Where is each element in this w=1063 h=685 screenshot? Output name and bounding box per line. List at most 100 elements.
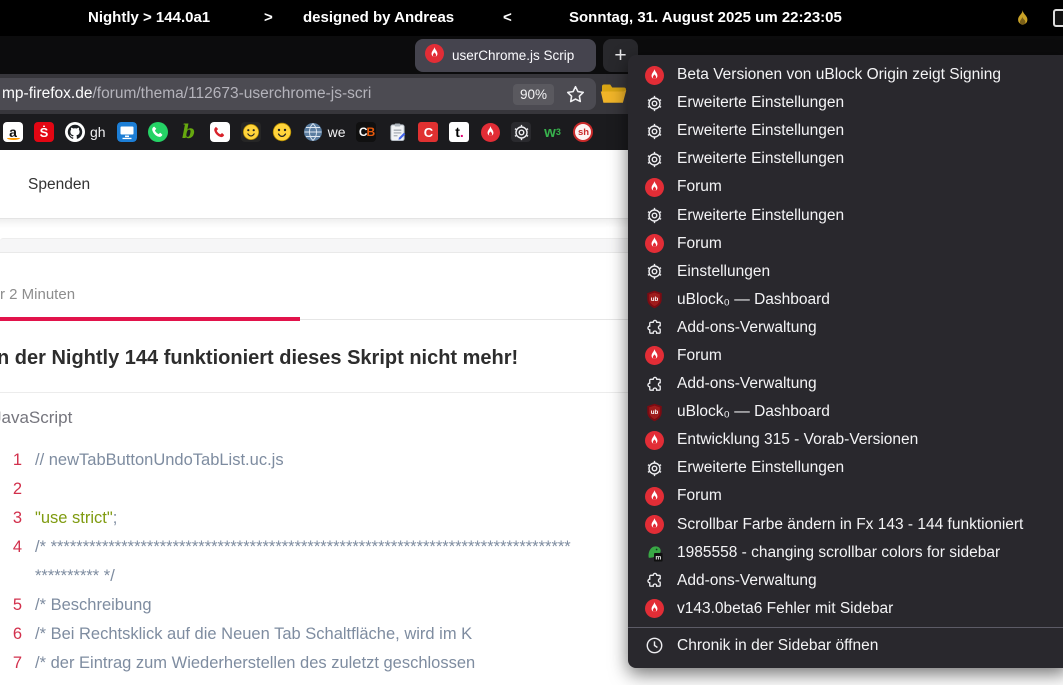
url-domain: mp-firefox.de xyxy=(2,85,93,102)
clock-icon xyxy=(645,636,664,655)
line-number: 4 xyxy=(12,538,22,556)
bookmark-sh[interactable]: sh xyxy=(573,122,594,142)
url-path: /forum/thema/112673-userchrome-js-scri xyxy=(92,85,372,102)
gear-icon xyxy=(645,122,664,141)
menu-item[interactable]: Forum xyxy=(628,342,1063,370)
menu-item-label: Forum xyxy=(677,487,722,505)
menu-item[interactable]: Erweiterte Einstellungen xyxy=(628,454,1063,482)
menu-item[interactable]: Einstellungen xyxy=(628,258,1063,286)
campfire-flame-icon xyxy=(645,346,664,366)
bookmark-globe[interactable]: we xyxy=(303,122,346,142)
menu-item-label: Add-ons-Verwaltung xyxy=(677,318,817,336)
bookmark-vine-b[interactable]: b xyxy=(179,122,199,142)
downloads-folder-icon[interactable] xyxy=(600,82,627,110)
menu-item-label: Forum xyxy=(677,234,722,252)
tab-history-menu: Beta Versionen von uBlock Origin zeigt S… xyxy=(628,55,1063,668)
svg-text:ub: ub xyxy=(651,409,659,416)
menu-item-label: Einstellungen xyxy=(677,262,771,280)
menu-item-label: Erweiterte Einstellungen xyxy=(677,94,845,112)
bookmark-star-icon[interactable] xyxy=(560,80,590,108)
bookmark-monitor[interactable] xyxy=(116,122,137,142)
bookmark-smiley-dark[interactable] xyxy=(240,122,261,142)
menu-item-label: Chronik in der Sidebar öffnen xyxy=(677,636,879,654)
donate-link[interactable]: Spenden xyxy=(28,176,90,194)
menu-item-label: uBlock₀ — Dashboard xyxy=(677,403,830,421)
menu-item[interactable]: ub uBlock₀ — Dashboard xyxy=(628,286,1063,314)
bookmark-whatsapp[interactable] xyxy=(147,122,168,142)
post-heading: n der Nightly 144 funktioniert dieses Sk… xyxy=(0,347,519,369)
bookmark-w3schools[interactable]: w3 xyxy=(542,122,562,142)
titlebar-designer: designed by Andreas xyxy=(303,9,455,26)
code-block-language-label: JavaScript xyxy=(0,408,73,427)
line-number: 2 xyxy=(12,480,22,498)
campfire-flame-icon xyxy=(645,65,664,85)
campfire-flame-icon xyxy=(645,486,664,506)
bookmark-computerbase[interactable]: CB xyxy=(356,122,377,142)
campfire-flame-icon xyxy=(645,515,664,535)
bookmark-gear-dark[interactable] xyxy=(511,122,532,142)
menu-item-label: Erweiterte Einstellungen xyxy=(677,206,845,224)
bookmark-github[interactable]: gh xyxy=(65,122,106,142)
menu-item[interactable]: Erweiterte Einstellungen xyxy=(628,117,1063,145)
gear-icon xyxy=(645,150,664,169)
titlebar-separator: > xyxy=(264,9,273,26)
window-titlebar: Nightly > 144.0a1 > designed by Andreas … xyxy=(0,0,1063,36)
tab-history-menu-list: Beta Versionen von uBlock Origin zeigt S… xyxy=(628,61,1063,623)
menu-item[interactable]: Add-ons-Verwaltung xyxy=(628,370,1063,398)
bookmark-telefonbuch[interactable] xyxy=(209,122,230,142)
post-timestamp: r 2 Minuten xyxy=(0,286,76,303)
menu-item-label: Add-ons-Verwaltung xyxy=(677,571,817,589)
menu-item-label: Forum xyxy=(677,178,722,196)
menu-item-open-history-sidebar[interactable]: Chronik in der Sidebar öffnen xyxy=(628,632,1063,660)
campfire-flame-icon xyxy=(645,430,664,450)
active-tab-underline xyxy=(0,317,300,321)
url-bar[interactable]: mp-firefox.de/forum/thema/112673-userchr… xyxy=(0,78,596,110)
bugzilla-dino-icon: m xyxy=(645,543,664,562)
menu-item[interactable]: ub uBlock₀ — Dashboard xyxy=(628,398,1063,426)
tab-userchrome-script[interactable]: userChrome.js Scrip xyxy=(415,39,596,72)
zoom-level-badge[interactable]: 90% xyxy=(512,83,554,105)
bookmark-t-online[interactable]: t. xyxy=(449,122,470,142)
tab-label: userChrome.js Scrip xyxy=(452,48,575,63)
menu-item[interactable]: v143.0beta6 Fehler mit Sidebar xyxy=(628,595,1063,623)
svg-text:m: m xyxy=(655,555,661,562)
menu-item-label: Erweiterte Einstellungen xyxy=(677,459,845,477)
partial-window-icon xyxy=(1053,9,1063,27)
menu-item-label: Erweiterte Einstellungen xyxy=(677,150,845,168)
menu-item[interactable]: Add-ons-Verwaltung xyxy=(628,567,1063,595)
bookmark-clipboard[interactable] xyxy=(387,122,407,142)
ublock-shield-icon: ub xyxy=(645,403,664,422)
menu-item-label: Beta Versionen von uBlock Origin zeigt S… xyxy=(677,66,1001,84)
bookmark-amazon[interactable]: a xyxy=(3,122,23,142)
menu-item-label: Scrollbar Farbe ändern in Fx 143 - 144 f… xyxy=(677,515,1024,533)
menu-item[interactable]: Forum xyxy=(628,173,1063,201)
puzzle-icon xyxy=(645,571,664,590)
bookmark-smiley[interactable] xyxy=(272,122,292,142)
titlebar-datetime: Sonntag, 31. August 2025 um 22:23:05 xyxy=(569,9,842,26)
line-number: 7 xyxy=(12,654,22,672)
gear-icon xyxy=(645,206,664,225)
menu-item[interactable]: Forum xyxy=(628,482,1063,510)
puzzle-icon xyxy=(645,375,664,394)
titlebar-product: Nightly > 144.0a1 xyxy=(88,9,211,26)
gear-icon xyxy=(645,262,664,281)
menu-item[interactable]: Forum xyxy=(628,230,1063,258)
menu-item[interactable]: Entwicklung 315 - Vorab-Versionen xyxy=(628,426,1063,454)
bookmark-sparkasse[interactable]: Ṡ xyxy=(34,122,54,142)
menu-item[interactable]: m 1985558 - changing scrollbar colors for… xyxy=(628,539,1063,567)
code-line: 8/* Customized by BrokenHeart*/ xyxy=(0,678,1020,685)
menu-item[interactable]: Beta Versionen von uBlock Origin zeigt S… xyxy=(628,61,1063,89)
bookmark-label: we xyxy=(327,124,346,140)
menu-item-label: uBlock₀ — Dashboard xyxy=(677,290,830,308)
campfire-flame-icon xyxy=(645,177,664,197)
url-text: mp-firefox.de/forum/thema/112673-userchr… xyxy=(2,85,507,103)
puzzle-icon xyxy=(645,318,664,337)
menu-item[interactable]: Erweiterte Einstellungen xyxy=(628,89,1063,117)
menu-item[interactable]: Erweiterte Einstellungen xyxy=(628,201,1063,229)
bookmark-chip[interactable]: C xyxy=(418,122,439,142)
menu-separator xyxy=(628,626,1063,628)
menu-item[interactable]: Scrollbar Farbe ändern in Fx 143 - 144 f… xyxy=(628,511,1063,539)
menu-item[interactable]: Erweiterte Einstellungen xyxy=(628,145,1063,173)
bookmark-campfire-flame[interactable] xyxy=(480,122,500,142)
menu-item[interactable]: Add-ons-Verwaltung xyxy=(628,314,1063,342)
